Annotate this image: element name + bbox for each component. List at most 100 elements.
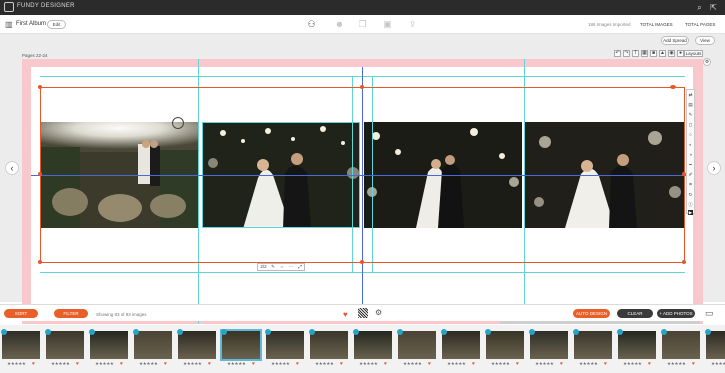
rating-stars[interactable]: ★★★★★ bbox=[359, 361, 378, 367]
thumbnail-item[interactable]: ★★★★★ ♥ bbox=[353, 329, 392, 369]
favorite-heart-icon[interactable]: ♥ bbox=[32, 361, 35, 367]
favorite-heart-icon[interactable]: ♥ bbox=[560, 361, 563, 367]
resize-handle[interactable] bbox=[38, 260, 42, 264]
settings-gear-icon[interactable]: ⚙ bbox=[703, 58, 711, 66]
favorite-heart-icon[interactable]: ♥ bbox=[516, 361, 519, 367]
thumbnail-item[interactable]: ★★★★★ ♥ bbox=[397, 329, 436, 369]
rating-stars[interactable]: ★★★★★ bbox=[51, 361, 70, 367]
thumbnail-item[interactable]: ★★★★★♥ bbox=[441, 329, 480, 369]
text-tool-icon[interactable]: T bbox=[632, 50, 639, 57]
rating-stars[interactable]: ★★★★★ bbox=[579, 361, 598, 367]
rating-stars[interactable]: ★★★★★ bbox=[227, 361, 246, 367]
action-icon[interactable]: ▶ bbox=[688, 210, 693, 215]
shape-icon[interactable]: ◻ bbox=[688, 122, 693, 127]
auto-design-button[interactable]: AUTO DESIGN bbox=[573, 309, 610, 318]
edit-photo-icon[interactable]: ✎ bbox=[269, 264, 277, 270]
pin-icon[interactable]: ▲ bbox=[659, 50, 666, 57]
link-icon[interactable]: ⇔ bbox=[278, 264, 286, 270]
edit-album-button[interactable]: Edit bbox=[47, 20, 66, 29]
rating-stars[interactable]: ★★★★★ bbox=[667, 361, 686, 367]
people-mode-icon[interactable]: ☻ bbox=[334, 19, 345, 30]
rating-stars[interactable]: ★★★★★ bbox=[403, 361, 422, 367]
favorite-heart-icon[interactable]: ♥ bbox=[472, 361, 475, 367]
layouts-button[interactable]: Layouts bbox=[684, 50, 703, 57]
sort-button[interactable]: SORT bbox=[4, 309, 38, 318]
rating-stars[interactable]: ★★★★★ bbox=[315, 361, 334, 367]
filter-button[interactable]: FILTER bbox=[54, 309, 88, 318]
rating-stars[interactable]: ★★★★★ bbox=[139, 361, 158, 367]
rating-stars[interactable]: ★★★★★ bbox=[183, 361, 202, 367]
grid-icon[interactable]: ▦ bbox=[641, 50, 648, 57]
resize-handle[interactable] bbox=[682, 260, 686, 264]
rating-stars[interactable]: ★★★★★ bbox=[711, 361, 725, 367]
thumbnail-item[interactable]: ★★★★★ ♥ bbox=[661, 329, 700, 369]
favorite-heart-icon[interactable]: ♥ bbox=[648, 361, 651, 367]
next-spread-button[interactable]: › bbox=[707, 161, 721, 175]
resize-handle[interactable] bbox=[670, 85, 676, 89]
rating-stars[interactable]: ★★★★★ bbox=[7, 361, 26, 367]
rotate-handle-icon[interactable] bbox=[172, 117, 184, 129]
add-spread-button[interactable]: Add Spread bbox=[661, 36, 689, 45]
resize-handle[interactable] bbox=[360, 85, 364, 89]
info-icon[interactable]: ⓘ bbox=[688, 202, 693, 207]
thumbnail-item[interactable]: ★★★★★ ♥ bbox=[485, 329, 524, 369]
cover-icon[interactable]: ■ bbox=[650, 50, 657, 57]
previous-spread-button[interactable]: ‹ bbox=[5, 161, 19, 175]
grid-small-icon[interactable]: ▤ bbox=[688, 102, 693, 107]
favorite-heart-icon[interactable]: ♥ bbox=[692, 361, 695, 367]
resize-handle[interactable] bbox=[38, 172, 42, 176]
thumbnail-item[interactable]: ★★★★★♥ bbox=[177, 329, 216, 369]
fix-icon[interactable]: ⤢ bbox=[296, 264, 304, 270]
pages-mode-icon[interactable]: ❐ bbox=[357, 19, 368, 30]
thumbnail-item[interactable]: ★★★★★ ♥ bbox=[309, 329, 348, 369]
thumbnail-item[interactable]: ★★★★★ ♥ bbox=[617, 329, 656, 369]
favorite-heart-icon[interactable]: ♥ bbox=[164, 361, 167, 367]
photos-heart-icon[interactable]: ♥ bbox=[343, 310, 348, 319]
eye-icon[interactable]: ◉ bbox=[668, 50, 675, 57]
favorite-heart-icon[interactable]: ♥ bbox=[604, 361, 607, 367]
thumbnail-item[interactable]: ★★★★★ ♥ bbox=[573, 329, 612, 369]
clear-button[interactable]: CLEAR bbox=[617, 309, 653, 318]
add-photos-button[interactable]: + ADD PHOTOS bbox=[657, 309, 695, 318]
pen-icon[interactable]: ✎ bbox=[688, 112, 693, 117]
rating-stars[interactable]: ★★★★★ bbox=[491, 361, 510, 367]
folder-icon[interactable]: ▭ bbox=[705, 308, 714, 319]
view-button[interactable]: View bbox=[695, 36, 715, 45]
favorite-heart-icon[interactable]: ♥ bbox=[340, 361, 343, 367]
favorite-heart-icon[interactable]: ♥ bbox=[76, 361, 79, 367]
rating-stars[interactable]: ★★★★★ bbox=[95, 361, 114, 367]
checker-icon[interactable] bbox=[358, 308, 368, 318]
favorite-heart-icon[interactable]: ♥ bbox=[428, 361, 431, 367]
crop-icon[interactable]: ⌗ bbox=[688, 182, 693, 187]
favorite-heart-icon[interactable]: ♥ bbox=[384, 361, 387, 367]
thumbnail-item[interactable]: ★★★★★♥ bbox=[265, 329, 304, 369]
contrast-icon[interactable]: ◑ bbox=[688, 152, 693, 157]
circle-icon[interactable]: ○ bbox=[688, 132, 693, 137]
favorite-heart-icon[interactable]: ♥ bbox=[296, 361, 299, 367]
resize-handle[interactable] bbox=[360, 260, 364, 264]
thumbnail-item[interactable]: ★★★★★ ♥ bbox=[133, 329, 172, 369]
more-icon[interactable]: ⋯ bbox=[287, 264, 295, 270]
fill-icon[interactable]: ◐ bbox=[688, 142, 693, 147]
undo-icon[interactable]: ↶ bbox=[614, 50, 621, 57]
resize-handle[interactable] bbox=[38, 85, 42, 89]
thumbnail-item[interactable]: ★★★★★ ♥ bbox=[529, 329, 568, 369]
rating-stars[interactable]: ★★★★★ bbox=[623, 361, 642, 367]
export-mode-icon[interactable]: ⇪ bbox=[407, 19, 418, 30]
rotate-icon[interactable]: ↻ bbox=[688, 192, 693, 197]
redo-icon[interactable]: ↷ bbox=[623, 50, 630, 57]
rating-stars[interactable]: ★★★★★ bbox=[535, 361, 554, 367]
gear-icon[interactable]: ⚙ bbox=[375, 308, 382, 317]
favorite-heart-icon[interactable]: ♥ bbox=[252, 361, 255, 367]
thumbnail-item[interactable]: ★★★★★ ♥ bbox=[45, 329, 84, 369]
external-window-icon[interactable]: ⇱ bbox=[709, 3, 718, 12]
design-mode-icon[interactable]: ⚇ bbox=[306, 19, 317, 30]
brush-icon[interactable]: ✐ bbox=[688, 172, 693, 177]
color-icon[interactable]: ● bbox=[677, 50, 684, 57]
strip-scrollbar[interactable] bbox=[500, 321, 700, 324]
thumbnail-item[interactable]: ★★★★★ ♥ bbox=[1, 329, 40, 369]
thumbnail-item[interactable]: ★★★★★♥ bbox=[705, 329, 725, 369]
search-icon[interactable]: ⌕ bbox=[695, 3, 704, 12]
thumbnail-item[interactable]: ★★★★★♥ bbox=[89, 329, 128, 369]
proof-mode-icon[interactable]: ▣ bbox=[382, 19, 393, 30]
